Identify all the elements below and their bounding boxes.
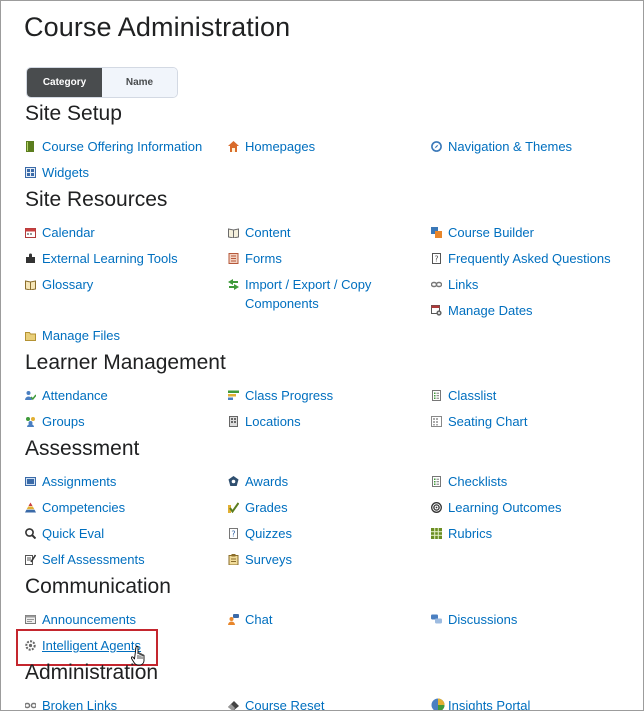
tool-course-offering-information[interactable]: Course Offering Information — [25, 137, 202, 156]
tool-grades[interactable]: Grades — [228, 498, 288, 517]
tool-seating-chart[interactable]: Seating Chart — [431, 412, 528, 431]
tool-manage-files[interactable]: Manage Files — [25, 326, 120, 345]
section-heading-learner-management: Learner Management — [25, 351, 226, 374]
forms-icon — [228, 253, 239, 264]
pie-chart-icon — [431, 698, 445, 710]
attendance-icon — [25, 390, 36, 401]
view-toggle: Category Name — [26, 67, 178, 98]
tool-forms[interactable]: Forms — [228, 249, 282, 268]
tool-locations[interactable]: Locations — [228, 412, 301, 431]
tool-course-reset[interactable]: Course Reset — [228, 696, 324, 710]
tool-navigation-themes[interactable]: Navigation & Themes — [431, 137, 572, 156]
tool-rubrics[interactable]: Rubrics — [431, 524, 492, 543]
list-icon — [431, 390, 442, 401]
date-gear-icon — [431, 305, 442, 316]
tool-attendance[interactable]: Attendance — [25, 386, 108, 405]
progress-bars-icon — [228, 390, 239, 401]
section-heading-administration: Administration — [25, 661, 159, 684]
tool-widgets[interactable]: Widgets — [25, 163, 89, 182]
announcement-icon — [25, 614, 36, 625]
tool-groups[interactable]: Groups — [25, 412, 85, 431]
tool-assignments[interactable]: Assignments — [25, 472, 116, 491]
tool-awards[interactable]: Awards — [228, 472, 288, 491]
glossary-book-icon — [25, 279, 36, 290]
tool-quizzes[interactable]: ? Quizzes — [228, 524, 292, 543]
open-book-icon — [228, 227, 239, 238]
tool-links[interactable]: Links — [431, 275, 478, 294]
groups-icon — [25, 416, 36, 427]
faq-icon: ? — [431, 253, 442, 264]
award-badge-icon — [228, 476, 239, 487]
svg-text:?: ? — [434, 255, 438, 264]
checklist-icon — [431, 476, 442, 487]
name-view-button[interactable]: Name — [102, 68, 177, 97]
tool-insights-portal[interactable]: Insights Portal — [431, 696, 530, 710]
section-heading-site-setup: Site Setup — [25, 102, 122, 125]
widget-grid-icon — [25, 167, 36, 178]
chain-link-icon — [431, 279, 442, 290]
tool-external-learning-tools[interactable]: External Learning Tools — [25, 249, 178, 268]
broken-link-icon — [25, 700, 36, 710]
course-admin-window: Course Administration Category Name Site… — [0, 0, 644, 711]
tool-announcements[interactable]: Announcements — [25, 610, 136, 629]
tool-classlist[interactable]: Classlist — [431, 386, 496, 405]
assignment-box-icon — [25, 476, 36, 487]
course-builder-icon — [431, 227, 442, 238]
tool-quick-eval[interactable]: Quick Eval — [25, 524, 104, 543]
tool-import-export-copy-components[interactable]: Import / Export / Copy Components — [228, 275, 408, 313]
tool-surveys[interactable]: Surveys — [228, 550, 292, 569]
import-export-icon — [228, 279, 239, 290]
tool-discussions[interactable]: Discussions — [431, 610, 517, 629]
tool-frequently-asked-questions[interactable]: ? Frequently Asked Questions — [431, 249, 611, 268]
puzzle-icon — [25, 253, 36, 264]
tool-class-progress[interactable]: Class Progress — [228, 386, 333, 405]
tool-self-assessments[interactable]: Self Assessments — [25, 550, 145, 569]
svg-text:?: ? — [231, 530, 235, 539]
self-assessment-icon — [25, 554, 36, 565]
section-heading-communication: Communication — [25, 575, 171, 598]
eraser-icon — [228, 700, 239, 710]
grades-check-icon — [228, 502, 239, 513]
book-icon — [25, 141, 36, 152]
chat-person-icon — [228, 614, 239, 625]
tool-chat[interactable]: Chat — [228, 610, 272, 629]
tool-learning-outcomes[interactable]: Learning Outcomes — [431, 498, 561, 517]
tool-content[interactable]: Content — [228, 223, 291, 242]
target-spiral-icon — [431, 502, 442, 513]
tool-calendar[interactable]: Calendar — [25, 223, 95, 242]
folder-icon — [25, 330, 36, 341]
tool-checklists[interactable]: Checklists — [431, 472, 507, 491]
discussion-bubbles-icon — [431, 614, 442, 625]
tool-manage-dates[interactable]: Manage Dates — [431, 301, 533, 320]
seating-chart-icon — [431, 416, 442, 427]
quick-eval-icon — [25, 528, 36, 539]
category-view-button[interactable]: Category — [27, 68, 102, 97]
rubric-grid-icon — [431, 528, 442, 539]
home-icon — [228, 141, 239, 152]
quiz-icon: ? — [228, 528, 239, 539]
tool-broken-links[interactable]: Broken Links — [25, 696, 117, 710]
section-heading-assessment: Assessment — [25, 437, 140, 460]
tool-competencies[interactable]: Competencies — [25, 498, 125, 517]
clipboard-icon — [228, 554, 239, 565]
calendar-icon — [25, 227, 36, 238]
section-heading-site-resources: Site Resources — [25, 188, 168, 211]
pyramid-icon — [25, 502, 36, 513]
tool-glossary[interactable]: Glossary — [25, 275, 93, 294]
page-title: Course Administration — [24, 12, 291, 42]
tool-course-builder[interactable]: Course Builder — [431, 223, 534, 242]
building-icon — [228, 416, 239, 427]
tool-homepages[interactable]: Homepages — [228, 137, 315, 156]
compass-icon — [431, 141, 442, 152]
